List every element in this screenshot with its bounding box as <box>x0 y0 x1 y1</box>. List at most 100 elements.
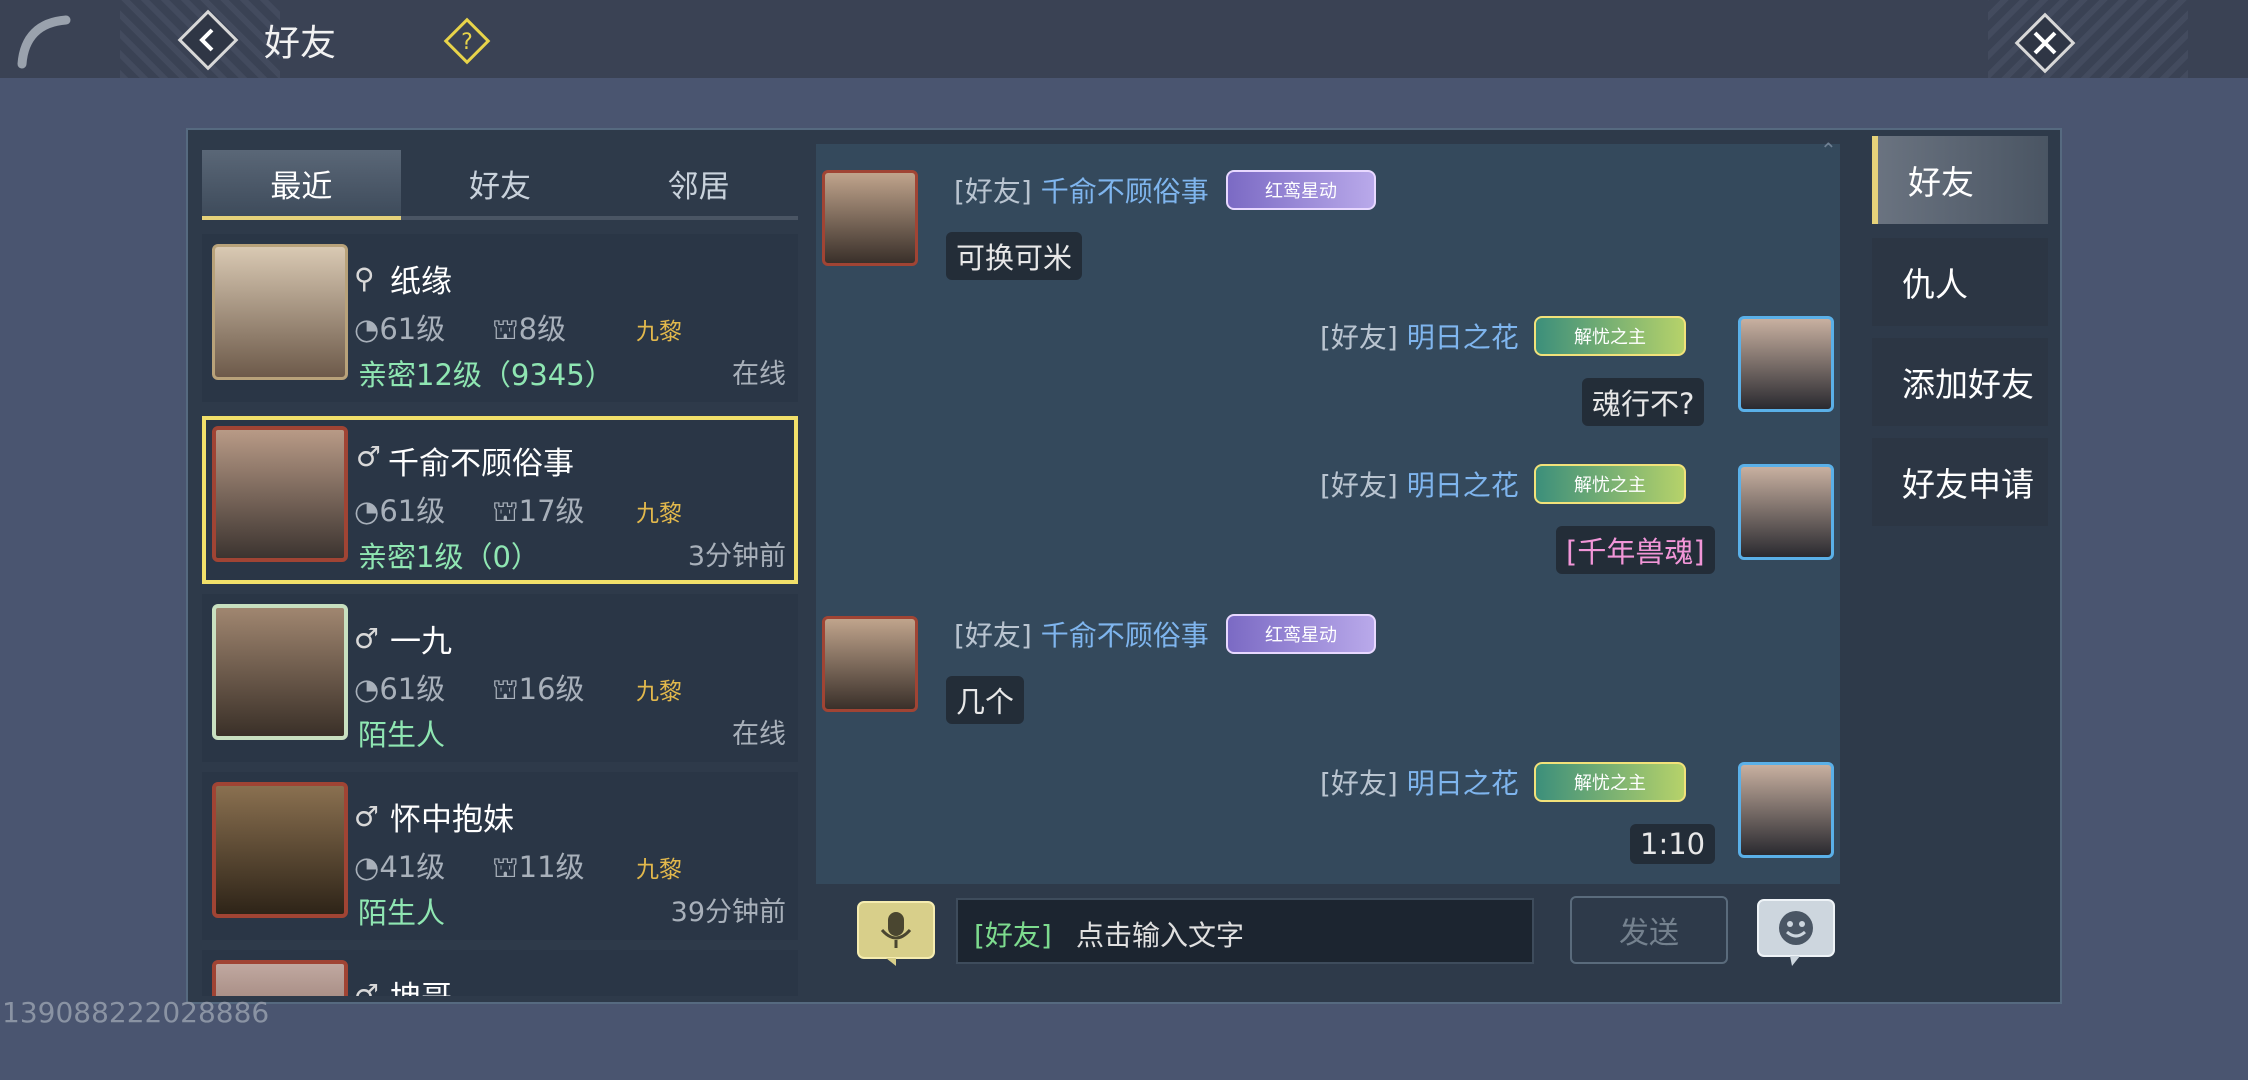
chat-area[interactable]: ⌃ [好友] 千俞不顾俗事 红鸾星动 可换可米 [好友] 明日之花 解忧之主 魂… <box>816 138 1840 884</box>
friend-item[interactable]: ⚲ 纸缘 ◔61级 ⛫8级 九黎 亲密12级（9345） 在线 <box>202 234 798 402</box>
guild-tag: 九黎 <box>636 319 682 345</box>
channel-tag: [好友] <box>1320 767 1398 800</box>
title-badge: 红鸾星动 <box>1226 614 1376 654</box>
sender-name[interactable]: 明日之花 <box>1407 767 1519 800</box>
house-level: ⛫8级 <box>492 312 567 346</box>
friend-item-selected[interactable]: ♂ 千俞不顾俗事 ◔61级 ⛫17级 九黎 亲密1级（0） 3分钟前 <box>202 416 798 584</box>
house-level-value: 8级 <box>518 312 567 346</box>
title-badge: 解忧之主 <box>1534 464 1686 504</box>
friend-name: 纸缘 <box>390 264 452 300</box>
side-tab-friends[interactable]: 好友 <box>1872 136 2048 224</box>
guild-tag: 九黎 <box>636 679 682 705</box>
player-level-value: 61级 <box>379 494 446 528</box>
avatar <box>212 960 348 996</box>
list-tabs: 最近 好友 邻居 <box>202 150 799 220</box>
input-channel-tag[interactable]: [好友] <box>974 914 1052 954</box>
friend-list[interactable]: ⚲ 纸缘 ◔61级 ⛫8级 九黎 亲密12级（9345） 在线 ♂ 千俞不顾俗事… <box>202 234 800 996</box>
sender-name[interactable]: 千俞不顾俗事 <box>1041 175 1209 208</box>
emoji-button[interactable] <box>1756 898 1836 968</box>
online-status: 3分钟前 <box>687 541 786 572</box>
house-level: ⛫11级 <box>492 850 585 884</box>
help-glyph: ? <box>461 30 473 55</box>
intimacy-label: 亲密12级（9345） <box>358 358 614 392</box>
house-level-value: 11级 <box>518 850 585 884</box>
top-bar <box>0 0 2248 78</box>
avatar[interactable] <box>1738 464 1834 560</box>
friend-name: 千俞不顾俗事 <box>388 446 574 482</box>
message-header: [好友] 明日之花 <box>1320 464 1519 504</box>
player-level: ◔61级 <box>354 672 446 706</box>
friend-item[interactable]: ♂ 怀中抱妹 ◔41级 ⛫11级 九黎 陌生人 39分钟前 <box>202 772 798 940</box>
title-badge: 解忧之主 <box>1534 316 1686 356</box>
friend-item[interactable]: ♂ 坤哥 <box>202 950 798 996</box>
title-badge: 红鸾星动 <box>1226 170 1376 210</box>
guild-tag: 九黎 <box>636 501 682 527</box>
tab-friends[interactable]: 好友 <box>400 150 600 220</box>
channel-tag: [好友] <box>954 175 1032 208</box>
sender-name[interactable]: 明日之花 <box>1407 469 1519 502</box>
avatar <box>212 244 348 380</box>
channel-tag: [好友] <box>954 619 1032 652</box>
send-button[interactable]: 发送 <box>1570 896 1728 964</box>
sender-name[interactable]: 明日之花 <box>1407 321 1519 354</box>
input-placeholder: 点击输入文字 <box>1076 919 1245 952</box>
house-level: ⛫17级 <box>492 494 585 528</box>
friend-item[interactable]: ♂ 一九 ◔61级 ⛫16级 九黎 陌生人 在线 <box>202 594 798 762</box>
player-level-value: 61级 <box>379 672 446 706</box>
search-icon: ⚲ <box>354 262 375 295</box>
side-tab-add-friend[interactable]: 添加好友 <box>1872 338 2048 426</box>
avatar[interactable] <box>1738 762 1834 858</box>
friend-name: 坤哥 <box>390 972 452 996</box>
online-status: 在线 <box>732 359 786 390</box>
avatar <box>212 426 348 562</box>
intimacy-label: 陌生人 <box>358 896 446 930</box>
message-bubble[interactable]: 1:10 <box>1630 824 1716 864</box>
side-tab-friend-requests[interactable]: 好友申请 <box>1872 438 2048 526</box>
message-header: [好友] 千俞不顾俗事 <box>954 170 1209 210</box>
sender-name[interactable]: 千俞不顾俗事 <box>1041 619 1209 652</box>
male-icon: ♂ <box>354 978 380 996</box>
male-icon: ♂ <box>354 622 380 655</box>
message-bubble[interactable]: 魂行不? <box>1582 378 1705 426</box>
friend-name: 一九 <box>390 624 452 660</box>
channel-tag: [好友] <box>1320 321 1398 354</box>
friend-name: 怀中抱妹 <box>390 802 514 838</box>
guild-tag: 九黎 <box>636 857 682 883</box>
hook-icon <box>17 15 71 69</box>
page-title: 好友 <box>264 23 337 64</box>
tab-recent[interactable]: 最近 <box>202 150 401 220</box>
male-icon: ♂ <box>356 440 382 473</box>
message-header: [好友] 明日之花 <box>1320 316 1519 356</box>
player-level-value: 41级 <box>379 850 446 884</box>
intimacy-label: 亲密1级（0） <box>358 540 540 574</box>
avatar <box>212 604 348 740</box>
avatar[interactable] <box>822 616 918 712</box>
voice-button[interactable] <box>856 900 936 966</box>
online-status: 在线 <box>732 719 786 750</box>
player-level: ◔61级 <box>354 312 446 346</box>
back-button[interactable] <box>176 8 240 72</box>
message-header: [好友] 千俞不顾俗事 <box>954 614 1209 654</box>
avatar[interactable] <box>822 170 918 266</box>
message-header: [好友] 明日之花 <box>1320 762 1519 802</box>
expand-icon: ⌃ <box>1820 138 1837 162</box>
tab-neighbors[interactable]: 邻居 <box>599 150 799 220</box>
message-bubble[interactable]: 几个 <box>946 676 1025 724</box>
avatar[interactable] <box>1738 316 1834 412</box>
player-level-value: 61级 <box>379 312 446 346</box>
player-level: ◔61级 <box>354 494 446 528</box>
male-icon: ♂ <box>354 800 380 833</box>
player-level: ◔41级 <box>354 850 446 884</box>
message-bubble[interactable]: 可换可米 <box>946 232 1083 280</box>
avatar <box>212 782 348 918</box>
uid-watermark: 139088222028886 <box>2 996 270 1029</box>
channel-tag: [好友] <box>1320 469 1398 502</box>
message-input[interactable]: [好友] 点击输入文字 <box>956 898 1534 964</box>
item-link-bubble[interactable]: [千年兽魂] <box>1556 526 1715 574</box>
house-level: ⛫16级 <box>492 672 585 706</box>
help-button[interactable]: ? <box>442 16 492 66</box>
house-level-value: 17级 <box>518 494 585 528</box>
close-button[interactable] <box>2010 8 2080 78</box>
side-tab-enemies[interactable]: 仇人 <box>1872 238 2048 326</box>
online-status: 39分钟前 <box>670 897 786 928</box>
